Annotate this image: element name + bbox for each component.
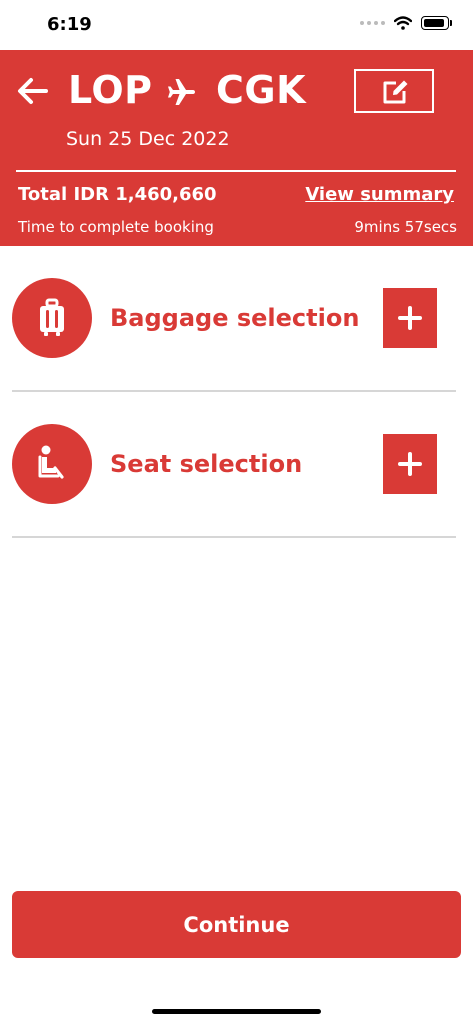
booking-header: LOP CGK Sun 25 Dec 2022 Total IDR 1,460,… xyxy=(0,50,473,246)
origin-code: LOP xyxy=(68,68,153,112)
view-summary-link[interactable]: View summary xyxy=(305,182,454,208)
back-button[interactable] xyxy=(16,74,54,110)
baggage-selection-label: Baggage selection xyxy=(110,304,360,332)
seat-section[interactable]: Seat selection xyxy=(0,409,473,519)
continue-label: Continue xyxy=(183,912,290,937)
total-price: Total IDR 1,460,660 xyxy=(18,184,217,205)
edit-icon xyxy=(383,80,408,104)
edit-search-button[interactable] xyxy=(354,69,434,113)
seat-selection-label: Seat selection xyxy=(110,450,303,478)
travel-date: Sun 25 Dec 2022 xyxy=(66,128,230,150)
add-seat-button[interactable] xyxy=(383,434,437,494)
luggage-icon xyxy=(40,298,64,336)
status-icons xyxy=(360,16,452,30)
baggage-section[interactable]: Baggage selection xyxy=(0,263,473,373)
plane-icon xyxy=(168,79,195,105)
continue-button[interactable]: Continue xyxy=(12,891,461,958)
baggage-icon-circle xyxy=(12,278,92,358)
status-bar: 6:19 xyxy=(0,0,473,50)
signal-icon xyxy=(360,21,385,25)
destination-code: CGK xyxy=(216,68,307,112)
wifi-icon xyxy=(394,16,412,30)
header-divider xyxy=(16,170,456,172)
plus-icon xyxy=(398,306,422,330)
add-baggage-button[interactable] xyxy=(383,288,437,348)
section-divider xyxy=(12,536,456,538)
seat-icon xyxy=(38,445,64,479)
timer-label: Time to complete booking xyxy=(18,218,214,236)
battery-icon xyxy=(421,16,452,30)
home-indicator xyxy=(152,1009,321,1014)
plus-icon xyxy=(398,452,422,476)
section-divider xyxy=(12,390,456,392)
timer-value: 9mins 57secs xyxy=(354,218,457,236)
status-time: 6:19 xyxy=(47,14,92,35)
arrow-left-icon xyxy=(18,78,48,104)
seat-icon-circle xyxy=(12,424,92,504)
